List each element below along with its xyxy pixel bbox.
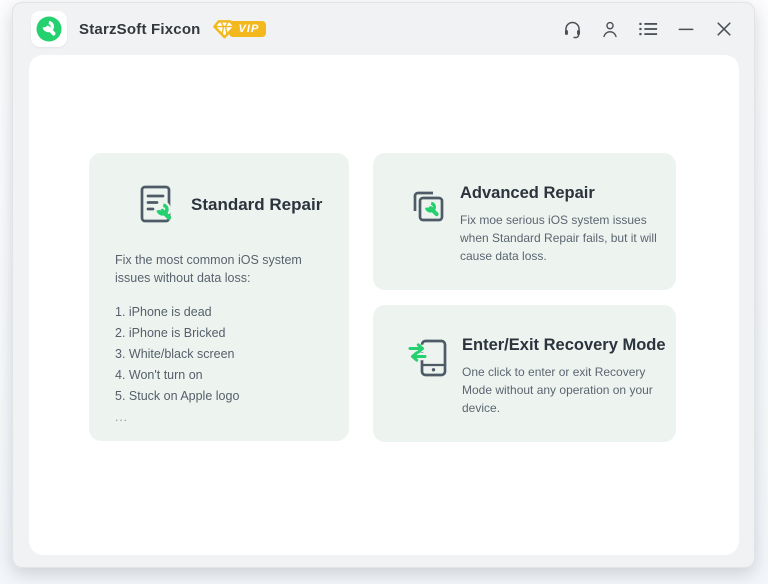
app-window: StarzSoft Fixcon VIP xyxy=(12,2,755,568)
standard-repair-title: Standard Repair xyxy=(191,195,322,215)
list-item: 5. Stuck on Apple logo xyxy=(115,386,323,407)
recovery-mode-description: One click to enter or exit Recovery Mode… xyxy=(462,363,658,417)
recovery-mode-phone-arrows-icon xyxy=(407,338,449,378)
list-item: 4. Won't turn on xyxy=(115,365,323,386)
advanced-repair-card[interactable]: Advanced Repair Fix moe serious iOS syst… xyxy=(373,153,676,290)
list-item: 3. White/black screen xyxy=(115,344,323,365)
advanced-repair-description: Fix moe serious iOS system issues when S… xyxy=(460,211,658,265)
app-title: StarzSoft Fixcon xyxy=(79,21,201,38)
advanced-repair-title: Advanced Repair xyxy=(460,184,658,203)
recovery-mode-title: Enter/Exit Recovery Mode xyxy=(462,336,666,355)
standard-repair-document-wrench-icon xyxy=(135,183,177,227)
support-headset-icon[interactable] xyxy=(560,17,584,41)
minimize-icon[interactable] xyxy=(674,17,698,41)
menu-icon[interactable] xyxy=(636,17,660,41)
standard-repair-description: Fix the most common iOS system issues wi… xyxy=(115,251,323,287)
standard-repair-issue-list: 1. iPhone is dead 2. iPhone is Bricked 3… xyxy=(115,302,323,428)
titlebar-actions xyxy=(560,17,736,41)
recovery-mode-card[interactable]: Enter/Exit Recovery Mode One click to en… xyxy=(373,305,676,442)
main-panel: Standard Repair Fix the most common iOS … xyxy=(29,55,739,555)
title-bar: StarzSoft Fixcon VIP xyxy=(13,3,754,55)
standard-repair-card[interactable]: Standard Repair Fix the most common iOS … xyxy=(89,153,349,441)
logo-wrench-icon xyxy=(34,14,64,44)
advanced-repair-screens-wrench-icon xyxy=(407,186,447,226)
list-ellipsis: ... xyxy=(115,407,323,428)
vip-gem-icon xyxy=(213,19,236,39)
user-account-icon[interactable] xyxy=(598,17,622,41)
vip-badge[interactable]: VIP xyxy=(213,19,267,39)
list-item: 1. iPhone is dead xyxy=(115,302,323,323)
list-item: 2. iPhone is Bricked xyxy=(115,323,323,344)
close-icon[interactable] xyxy=(712,17,736,41)
app-logo xyxy=(31,11,67,47)
